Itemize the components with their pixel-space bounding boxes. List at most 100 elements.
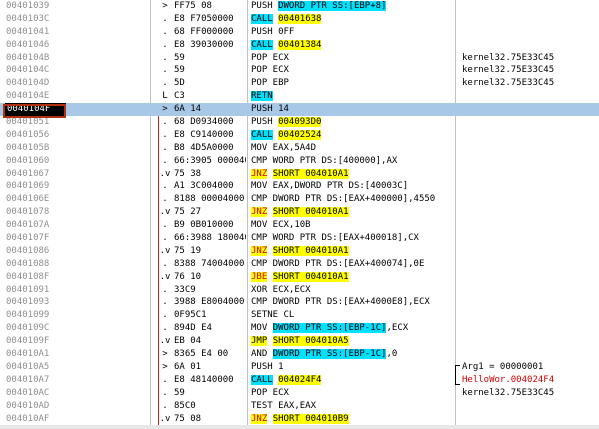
- disasm-row[interactable]: 0040104E L C3 RETN: [0, 90, 599, 103]
- disasm-row[interactable]: 004010AC. 59 POP ECX kernel32.75E33C45: [0, 387, 599, 400]
- row-instruction: CMP WORD PTR DS:[EAX+400018],CX: [251, 232, 451, 245]
- instruction-token: XOR ECX,ECX: [251, 284, 311, 295]
- row-hex-bytes: 5D: [174, 78, 185, 89]
- disasm-row[interactable]: 00401091. 33C9 XOR ECX,ECX: [0, 284, 599, 297]
- disasm-row[interactable]: 00401069. A1 3C004000 MOV EAX,DWORD PTR DS…: [0, 180, 599, 193]
- disasm-row[interactable]: 004010A7. E8 48140000 CALL 004024F4 HelloWo…: [0, 374, 599, 387]
- row-hex-bytes: A1 3C004000: [174, 181, 234, 192]
- row-instruction: POP EBP: [251, 77, 451, 90]
- row-comment: [462, 206, 599, 219]
- disasm-row[interactable]: 0040103C. E8 F7050000 CALL 00401638: [0, 13, 599, 26]
- row-address: 0040105B: [6, 142, 50, 153]
- row-comment: [462, 26, 599, 39]
- disasm-row[interactable]: 0040106E. 8188 00004000 CMP DWORD PTR DS:[…: [0, 193, 599, 206]
- row-comment: [462, 322, 599, 335]
- disasm-row[interactable]: 0040107F. 66:3988 1800400 CMP WORD PTR DS:…: [0, 232, 599, 245]
- row-hex-bytes: 68 FF000000: [174, 26, 234, 37]
- disasm-row[interactable]: 00401041. 68 FF000000 PUSH 0FF: [0, 26, 599, 39]
- disasm-row[interactable]: 0040107A. B9 0B010000 MOV ECX,10B: [0, 219, 599, 232]
- instruction-token: SHORT 004010A1: [272, 245, 349, 256]
- instruction-token: CMP DWORD PTR DS:[EAX+4000E8],ECX: [251, 297, 430, 308]
- row-instruction: JMP SHORT 004010A5: [251, 335, 451, 348]
- row-address: 0040108F: [6, 271, 50, 282]
- row-address: 0040104D: [6, 78, 50, 89]
- row-comment: [462, 116, 599, 129]
- row-address: 00401086: [6, 245, 50, 256]
- disasm-row[interactable]: 00401039 > FF75 08 PUSH DWORD PTR SS:[EBP+8…: [0, 0, 599, 13]
- disasm-row[interactable]: 00401088. 8388 74004000 CMP DWORD PTR DS:[…: [0, 258, 599, 271]
- disasm-row[interactable]: 004010A5 >6A 01 PUSH 1 Arg1 = 00000001: [0, 361, 599, 374]
- instruction-token: 00402524: [278, 129, 322, 140]
- disasm-row[interactable]: 0040109F .v EB 04 JMP SHORT 004010A5: [0, 335, 599, 348]
- instruction-token: PUSH 14: [251, 104, 289, 115]
- disassembly-pane[interactable]: 00401039 > FF75 08 PUSH DWORD PTR SS:[EBP+8…: [0, 0, 599, 429]
- disasm-row[interactable]: 004010AD. 85C0 TEST EAX,EAX: [0, 400, 599, 413]
- disasm-row[interactable]: 00401093. 3988 E8004000 CMP DWORD PTR DS:[…: [0, 296, 599, 309]
- row-instruction: PUSH 14: [251, 103, 451, 116]
- instruction-token: DWORD PTR SS:[EBP-1C]: [272, 323, 387, 334]
- row-instruction: PUSH 0FF: [251, 26, 451, 39]
- row-address: 0040109C: [6, 323, 50, 334]
- instruction-token: SHORT 004010A1: [272, 271, 349, 282]
- instruction-token: CMP WORD PTR DS:[EAX+400018],CX: [251, 233, 419, 244]
- disasm-row[interactable]: 0040104B. 59 POP ECX kernel32.75E33C45: [0, 52, 599, 65]
- row-comment: [462, 219, 599, 232]
- instruction-token: CALL: [251, 374, 273, 385]
- row-hex-bytes: C3: [174, 91, 185, 102]
- row-hex-bytes: 66:3905 0000400: [174, 155, 246, 166]
- row-flow-marker: L: [162, 91, 168, 102]
- row-hex-bytes: 66:3988 1800400: [174, 233, 246, 244]
- instruction-token: POP ECX: [251, 387, 289, 398]
- instruction-token: AND: [251, 349, 273, 360]
- disasm-row[interactable]: 00401099. 0F95C1 SETNE CL: [0, 309, 599, 322]
- disasm-row[interactable]: 0040105B. B8 4D5A0000 MOV EAX,5A4D: [0, 142, 599, 155]
- row-comment: [462, 245, 599, 258]
- row-flow-marker: .: [162, 142, 168, 153]
- disasm-row[interactable]: 0040104F >6A 14 PUSH 14: [0, 103, 599, 117]
- disasm-row[interactable]: 00401078 .v 75 27 JNZ SHORT 004010A1: [0, 206, 599, 219]
- row-hex-bytes: E8 C9140000: [174, 129, 234, 140]
- row-hex-bytes: 68 D0934000: [174, 117, 234, 128]
- row-hex-bytes: 8388 74004000: [174, 258, 245, 269]
- instruction-token: PUSH 1: [251, 361, 284, 372]
- row-comment: [462, 309, 599, 322]
- row-flow-marker: .: [162, 284, 168, 295]
- row-flow-marker: .v: [159, 207, 171, 218]
- instruction-token: [267, 169, 272, 179]
- disasm-row[interactable]: 00401060. 66:3905 0000400 CMP WORD PTR DS:…: [0, 155, 599, 168]
- instruction-token: JNZ: [251, 207, 268, 218]
- disassembly-rows: 00401039 > FF75 08 PUSH DWORD PTR SS:[EBP+8…: [0, 0, 599, 425]
- row-instruction: CALL 00401638: [251, 13, 451, 26]
- row-address: 00401088: [6, 258, 50, 269]
- row-address: 0040107F: [6, 233, 50, 244]
- row-instruction: CMP DWORD PTR DS:[EAX+4000E8],ECX: [251, 296, 451, 309]
- instruction-token: CALL: [251, 129, 273, 140]
- disasm-row[interactable]: 004010AF .v 75 08 JNZ SHORT 004010B9: [0, 413, 599, 426]
- disasm-row[interactable]: 0040108F .v 76 10 JBE SHORT 004010A1: [0, 271, 599, 284]
- disasm-row[interactable]: 0040104D. 5D POP EBP kernel32.75E33C45: [0, 77, 599, 90]
- row-hex-bytes: 75 08: [174, 413, 202, 424]
- disasm-row[interactable]: 004010A1 >8365 E4 00 AND DWORD PTR SS:[EBP…: [0, 348, 599, 361]
- row-address: 00401067: [6, 168, 50, 179]
- instruction-token: [267, 272, 272, 282]
- disasm-row[interactable]: 0040109C. 894D E4 MOV DWORD PTR SS:[EBP-1C…: [0, 322, 599, 335]
- row-hex-bytes: 75 27: [174, 207, 202, 218]
- disasm-row[interactable]: 00401051. 68 D0934000 PUSH 004093D0: [0, 116, 599, 129]
- row-flow-marker: .: [162, 26, 168, 37]
- instruction-token: SHORT 004010A1: [272, 207, 349, 218]
- disasm-row[interactable]: 0040104C. 59 POP ECX kernel32.75E33C45: [0, 64, 599, 77]
- instruction-token: CALL: [251, 39, 273, 50]
- disasm-row[interactable]: 00401086 .v 75 19 JNZ SHORT 004010A1: [0, 245, 599, 258]
- row-comment: [462, 129, 599, 142]
- row-comment: kernel32.75E33C45: [462, 52, 555, 63]
- horizontal-scrollbar[interactable]: [0, 425, 599, 429]
- row-instruction: MOV EAX,DWORD PTR DS:[40003C]: [251, 180, 451, 193]
- argument-bracket: [455, 365, 460, 386]
- disasm-row[interactable]: 00401056. E8 C9140000 CALL 00402524: [0, 129, 599, 142]
- disasm-row[interactable]: 00401067 .v 75 38 JNZ SHORT 004010A1: [0, 168, 599, 181]
- row-comment: [462, 39, 599, 52]
- disasm-row[interactable]: 00401046. E8 39030000 CALL 00401384: [0, 39, 599, 52]
- row-hex-bytes: E8 39030000: [174, 39, 234, 50]
- row-flow-marker: .: [162, 310, 168, 321]
- row-address: 004010A5: [6, 361, 50, 372]
